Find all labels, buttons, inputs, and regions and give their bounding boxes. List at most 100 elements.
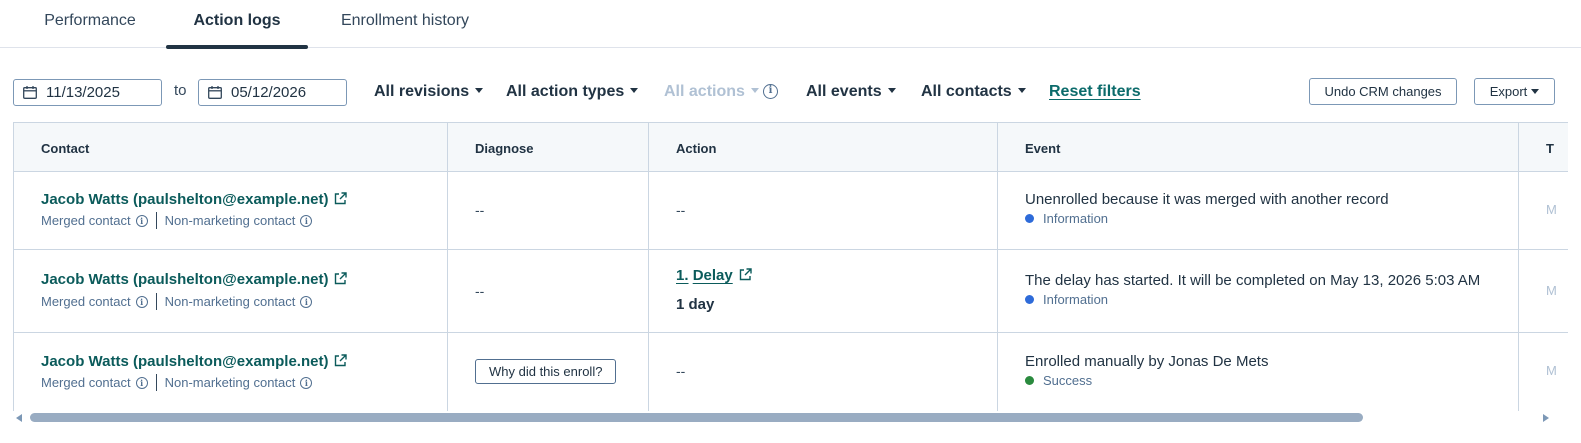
contact-name-text: Jacob Watts (paulshelton@example.net) <box>41 271 329 288</box>
diagnose-cell: -- <box>448 250 649 332</box>
contact-tags: Merged contact i Non-marketing contact i <box>41 374 313 391</box>
action-types-dropdown[interactable]: All action types <box>506 80 639 104</box>
caret-down-icon <box>1017 88 1026 94</box>
tab-performance[interactable]: Performance <box>44 0 136 48</box>
column-header-event[interactable]: Event <box>998 123 1519 171</box>
truncated-value: M <box>1546 363 1557 378</box>
column-header-contact[interactable]: Contact <box>14 123 448 171</box>
diagnose-cell: -- <box>448 172 649 249</box>
caret-down-icon <box>1531 89 1540 95</box>
contact-link[interactable]: Jacob Watts (paulshelton@example.net) <box>41 271 348 288</box>
undo-crm-changes-button[interactable]: Undo CRM changes <box>1309 78 1457 105</box>
status-label: Success <box>1043 373 1093 388</box>
status-badge: Information <box>1025 211 1108 226</box>
horizontal-scrollbar-thumb[interactable] <box>30 413 1363 422</box>
caret-down-icon <box>475 88 484 94</box>
info-icon[interactable]: i <box>135 296 148 308</box>
external-link-icon <box>335 272 348 285</box>
tab-action-logs[interactable]: Action logs <box>166 0 308 49</box>
empty-value: -- <box>676 363 686 379</box>
external-link-icon <box>739 268 752 281</box>
scroll-left-arrow-icon[interactable] <box>16 414 22 422</box>
date-from-value: 11/13/2025 <box>46 84 120 101</box>
external-link-icon <box>335 192 348 205</box>
non-marketing-tag: Non-marketing contact <box>164 375 296 390</box>
calendar-icon <box>208 86 222 99</box>
event-cell: Unenrolled because it was merged with an… <box>998 172 1519 249</box>
events-label: All events <box>806 83 882 100</box>
non-marketing-tag: Non-marketing contact <box>164 294 296 309</box>
caret-down-icon <box>887 88 896 94</box>
why-enroll-button[interactable]: Why did this enroll? <box>475 359 617 384</box>
truncated-value: M <box>1546 202 1557 217</box>
column-header-action[interactable]: Action <box>649 123 998 171</box>
undo-crm-changes-label: Undo CRM changes <box>1324 84 1442 99</box>
actions-dropdown[interactable]: All actions <box>664 80 759 104</box>
column-header-truncated[interactable]: T <box>1519 123 1568 171</box>
merged-contact-tag: Merged contact <box>41 294 131 309</box>
merged-contact-tag: Merged contact <box>41 213 131 228</box>
table-row: Jacob Watts (paulshelton@example.net) Me… <box>14 250 1568 333</box>
revisions-dropdown[interactable]: All revisions <box>374 80 484 104</box>
status-dot <box>1025 214 1034 223</box>
info-icon[interactable]: i <box>135 215 148 227</box>
contacts-label: All contacts <box>921 83 1012 100</box>
status-dot <box>1025 376 1034 385</box>
export-label: Export <box>1489 84 1528 99</box>
info-icon[interactable]: i <box>300 377 313 389</box>
column-header-diagnose[interactable]: Diagnose <box>448 123 649 171</box>
truncated-cell: M <box>1519 333 1568 411</box>
table-header: Contact Diagnose Action Event T <box>14 123 1568 172</box>
external-link-icon <box>335 354 348 367</box>
contacts-dropdown[interactable]: All contacts <box>921 80 1026 104</box>
truncated-cell: M <box>1519 172 1568 249</box>
date-to-input[interactable]: 05/12/2026 <box>198 79 347 106</box>
caret-down-icon <box>630 88 639 94</box>
contact-cell: Jacob Watts (paulshelton@example.net) Me… <box>14 250 448 332</box>
empty-value: -- <box>475 202 485 218</box>
tab-enrollment-history[interactable]: Enrollment history <box>340 0 470 48</box>
contact-name-text: Jacob Watts (paulshelton@example.net) <box>41 191 329 208</box>
table-row: Jacob Watts (paulshelton@example.net) Me… <box>14 172 1568 250</box>
action-name: Delay <box>692 267 733 284</box>
empty-value: -- <box>676 202 686 218</box>
action-types-label: All action types <box>506 83 625 100</box>
delay-duration: 1 day <box>676 296 715 313</box>
delay-action-link[interactable]: 1. Delay <box>676 267 752 284</box>
date-range-to-label: to <box>174 82 187 99</box>
actions-label: All actions <box>664 83 745 100</box>
calendar-icon <box>23 86 37 99</box>
info-icon[interactable]: i <box>300 296 313 308</box>
export-button[interactable]: Export <box>1474 78 1555 105</box>
caret-down-icon <box>750 88 759 94</box>
status-dot <box>1025 295 1034 304</box>
divider <box>155 212 157 229</box>
reset-filters-link[interactable]: Reset filters <box>1049 80 1141 104</box>
status-label: Information <box>1043 211 1109 226</box>
info-icon[interactable]: i <box>763 84 778 99</box>
info-icon[interactable]: i <box>300 215 313 227</box>
info-icon[interactable]: i <box>135 377 148 389</box>
merged-contact-tag: Merged contact <box>41 375 131 390</box>
contact-tags: Merged contact i Non-marketing contact i <box>41 293 313 310</box>
event-description: Unenrolled because it was merged with an… <box>1025 191 1389 208</box>
action-cell: 1. Delay 1 day <box>649 250 998 332</box>
contact-cell: Jacob Watts (paulshelton@example.net) Me… <box>14 172 448 249</box>
tab-bar: Performance Action logs Enrollment histo… <box>0 0 1581 49</box>
contact-tags: Merged contact i Non-marketing contact i <box>41 212 313 229</box>
date-from-input[interactable]: 11/13/2025 <box>13 79 162 106</box>
contact-link[interactable]: Jacob Watts (paulshelton@example.net) <box>41 353 348 370</box>
action-cell: -- <box>649 172 998 249</box>
date-to-value: 05/12/2026 <box>231 84 307 101</box>
action-logs-table: Contact Diagnose Action Event T Jacob Wa… <box>13 122 1568 411</box>
events-dropdown[interactable]: All events <box>806 80 896 104</box>
scroll-right-arrow-icon[interactable] <box>1543 414 1549 422</box>
status-badge: Information <box>1025 292 1108 307</box>
contact-cell: Jacob Watts (paulshelton@example.net) Me… <box>14 333 448 411</box>
diagnose-cell: Why did this enroll? <box>448 333 649 411</box>
event-description: The delay has started. It will be comple… <box>1025 272 1481 289</box>
non-marketing-tag: Non-marketing contact <box>164 213 296 228</box>
contact-link[interactable]: Jacob Watts (paulshelton@example.net) <box>41 191 348 208</box>
contact-name-text: Jacob Watts (paulshelton@example.net) <box>41 353 329 370</box>
action-cell: -- <box>649 333 998 411</box>
